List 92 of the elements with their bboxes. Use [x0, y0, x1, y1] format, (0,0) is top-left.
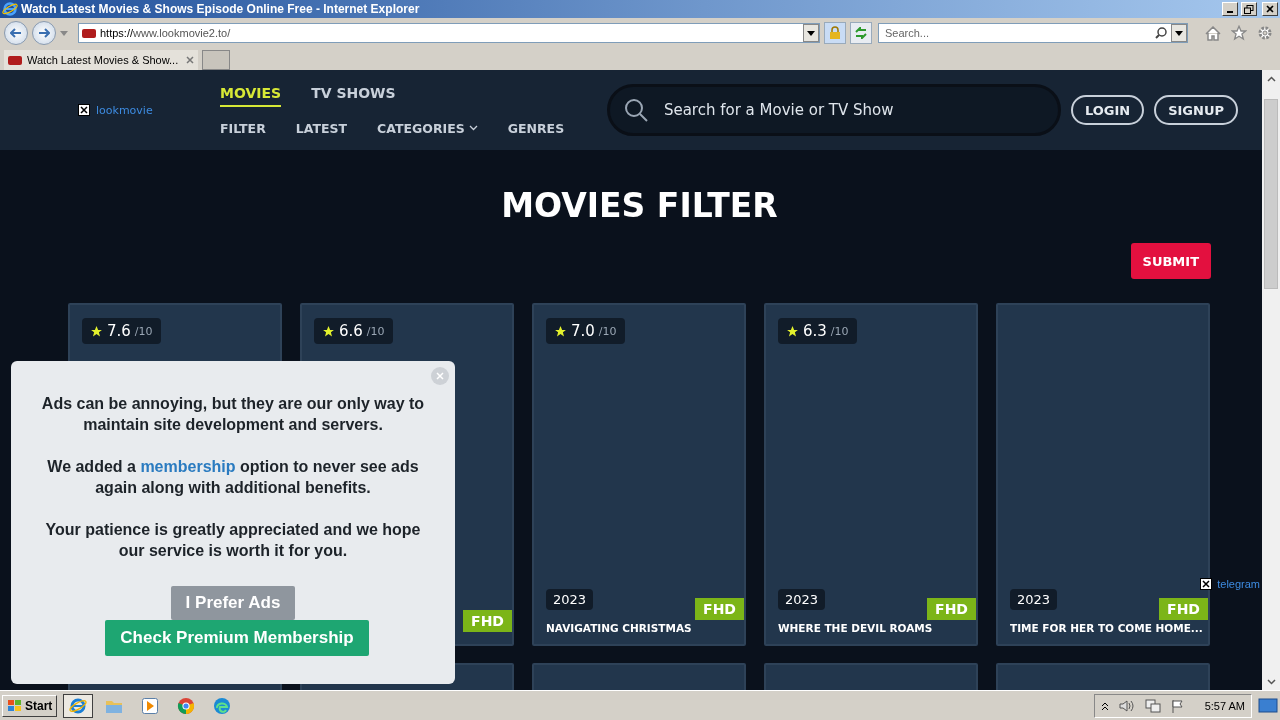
edge-icon — [213, 696, 232, 715]
search-bar[interactable]: Search for a Movie or TV Show — [606, 84, 1061, 136]
lock-button[interactable] — [824, 22, 846, 44]
chevron-down-icon — [1266, 678, 1276, 685]
movie-card[interactable]: 6.3 /10 2023 FHD WHERE THE DEVIL ROAMS — [764, 303, 978, 646]
movie-title: WHERE THE DEVIL ROAMS — [778, 622, 933, 634]
browser-logo-icon — [2, 1, 18, 17]
page-heading: MOVIES FILTER — [500, 186, 779, 225]
star-icon — [786, 324, 799, 338]
broken-image-icon — [78, 104, 90, 116]
padlock-icon — [829, 26, 841, 40]
clock[interactable]: 5:57 AM — [1204, 699, 1245, 712]
taskbar-app-button[interactable] — [63, 693, 94, 718]
rating-badge: 7.6 /10 — [82, 318, 161, 344]
movie-title: NAVIGATING CHRISTMAS — [546, 622, 692, 634]
history-dropdown-icon[interactable] — [60, 30, 68, 36]
caret-icon — [807, 30, 815, 36]
site-search-field[interactable]: Search for a Movie or TV Show — [661, 100, 1058, 120]
network-icon[interactable] — [1144, 698, 1161, 713]
star-icon — [554, 324, 567, 338]
show-desktop-icon[interactable] — [1258, 696, 1278, 715]
minimize-button[interactable] — [1222, 2, 1238, 16]
search-dropdown-button[interactable] — [1171, 24, 1187, 42]
nav-link[interactable]: FILTER — [220, 120, 266, 136]
quality-badge: FHD — [463, 610, 512, 632]
close-button[interactable] — [1262, 2, 1278, 16]
notice-paragraph: Ads can be annoying, but they are our only way to maintain site development and servers. — [40, 394, 426, 435]
movie-card[interactable]: 7.0 /10 2023 FHD NAVIGATING CHRISTMAS — [532, 303, 746, 646]
submit-button[interactable]: SUBMIT — [1130, 243, 1211, 279]
quality-badge: FHD — [695, 598, 744, 620]
site-favicon-icon — [82, 28, 96, 38]
browser-search-box[interactable]: Search... — [878, 23, 1188, 43]
scrollbar[interactable] — [1262, 70, 1280, 690]
refresh-button[interactable] — [850, 22, 872, 44]
window-title: Watch Latest Movies & Shows Episode Online Free - Internet Explorer — [21, 2, 421, 16]
restore-icon — [1244, 4, 1254, 14]
new-tab-button[interactable] — [202, 50, 230, 70]
speaker-icon[interactable] — [1118, 698, 1135, 713]
restore-button[interactable] — [1241, 2, 1257, 16]
home-icon — [1205, 25, 1221, 41]
rating-badge: 6.6 /10 — [314, 318, 393, 344]
movie-card[interactable]: 2023 FHD TIME FOR HER TO COME HOME... — [996, 303, 1210, 646]
movie-title: TIME FOR HER TO COME HOME... — [1010, 622, 1203, 634]
broken-image-icon — [1200, 578, 1213, 590]
start-button[interactable]: Start — [2, 694, 58, 717]
back-button[interactable] — [4, 21, 28, 45]
star-icon — [90, 324, 103, 338]
show-hidden-icons-icon[interactable] — [1100, 700, 1109, 711]
address-dropdown-button[interactable] — [803, 24, 819, 42]
browser-tab[interactable]: Watch Latest Movies & Show... — [4, 50, 198, 70]
quality-badge: FHD — [1159, 598, 1208, 620]
chevron-down-icon — [468, 125, 478, 131]
telegram-link[interactable]: telegram — [1217, 578, 1260, 590]
arrow-left-icon — [10, 28, 22, 38]
chrome-icon — [177, 696, 196, 715]
quality-badge: FHD — [927, 598, 976, 620]
scrollbar-thumb[interactable] — [1264, 99, 1278, 289]
rating-badge: 7.0 /10 — [546, 318, 625, 344]
rating-badge: 6.3 /10 — [778, 318, 857, 344]
notice-paragraph: Your patience is greatly appreciated and we hope our service is worth it for you. — [44, 520, 422, 561]
caret-icon — [1175, 30, 1183, 36]
star-icon — [1231, 25, 1247, 41]
browser-icon — [69, 696, 88, 715]
arrows-icon — [854, 27, 868, 39]
media-player-icon — [142, 697, 159, 714]
gear-icon — [1257, 25, 1273, 41]
year-badge: 2023 — [546, 589, 594, 610]
forward-button[interactable] — [32, 21, 56, 45]
year-badge: 2023 — [1010, 589, 1058, 610]
search-icon — [623, 98, 648, 122]
membership-link[interactable]: membership — [140, 458, 236, 475]
close-icon[interactable] — [186, 56, 194, 64]
close-icon — [436, 372, 444, 380]
nav-tab[interactable]: MOVIES — [220, 84, 282, 107]
site-favicon-icon — [8, 55, 22, 65]
nav-link[interactable]: LATEST — [295, 120, 348, 136]
site-logo-link[interactable]: lookmovie — [96, 103, 153, 117]
year-badge: 2023 — [778, 589, 826, 610]
notice-paragraph: We added a membership option to never see ads again along with additional benefits. — [46, 457, 420, 498]
address-field[interactable]: https://www.lookmovie2.to/ — [78, 23, 820, 43]
search-icon — [1155, 27, 1167, 39]
login-button[interactable]: LOGIN — [1070, 95, 1145, 125]
nav-link[interactable]: GENRES — [507, 120, 565, 136]
signup-button[interactable]: SIGNUP — [1154, 95, 1238, 125]
nav-link[interactable]: CATEGORIES — [377, 120, 478, 136]
nav-tab[interactable]: TV SHOWS — [311, 84, 396, 107]
chevron-up-icon — [1266, 75, 1276, 82]
arrow-right-icon — [38, 28, 50, 38]
flag-icon[interactable] — [1170, 698, 1185, 713]
star-icon — [322, 324, 335, 338]
windows-logo-icon — [7, 698, 23, 713]
close-icon — [1266, 5, 1274, 13]
